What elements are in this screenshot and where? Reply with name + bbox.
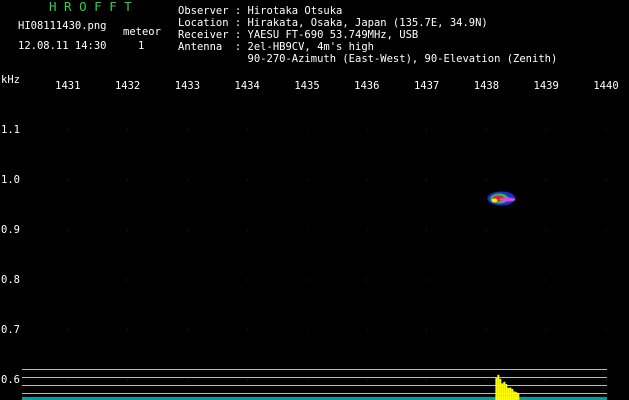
- grid-dot: [67, 379, 69, 381]
- grid-dot: [426, 229, 428, 231]
- grid-dot: [246, 379, 248, 381]
- app-brand: H R O F F T: [49, 0, 132, 14]
- grid-dot: [485, 379, 487, 381]
- x-tick-label: 1433: [174, 80, 201, 92]
- reference-line: [22, 369, 607, 370]
- power-bar: [509, 387, 512, 400]
- grid-dot: [605, 279, 607, 281]
- grid-dot: [67, 279, 69, 281]
- receiver-line: Receiver : YAESU FT-690 53.749MHz, USB: [178, 29, 419, 41]
- grid-dot: [246, 279, 248, 281]
- antenna-direction-line: 90-270-Azimuth (East-West), 90-Elevation…: [178, 53, 558, 65]
- power-bar: [501, 383, 504, 400]
- power-bar: [511, 389, 514, 400]
- grid-dot: [306, 229, 308, 231]
- power-bar: [497, 374, 500, 400]
- grid-dot: [127, 229, 129, 231]
- grid-dot: [545, 379, 547, 381]
- grid-dot: [366, 279, 368, 281]
- grid-dot: [605, 179, 607, 181]
- power-bar: [505, 384, 508, 400]
- grid-dot: [485, 279, 487, 281]
- power-bar: [495, 378, 498, 400]
- grid-dot: [485, 229, 487, 231]
- grid-dot: [246, 329, 248, 331]
- power-bar: [513, 391, 516, 400]
- spectrogram-plot[interactable]: [0, 94, 629, 400]
- grid-dot: [127, 329, 129, 331]
- x-tick-label: 1437: [413, 80, 440, 92]
- power-bar: [517, 393, 520, 400]
- grid-dot: [545, 329, 547, 331]
- grid-dot: [485, 329, 487, 331]
- grid-dot: [186, 229, 188, 231]
- grid-dot: [306, 279, 308, 281]
- grid-dot: [605, 329, 607, 331]
- observer-line: Observer : Hirotaka Otsuka: [178, 5, 343, 17]
- x-tick-label: 1434: [234, 80, 260, 92]
- grid-dot: [366, 229, 368, 231]
- grid-dot: [366, 129, 368, 131]
- grid-dot: [605, 379, 607, 381]
- grid-dot: [127, 129, 129, 131]
- grid-dot: [426, 379, 428, 381]
- power-bar: [503, 381, 506, 400]
- y-axis-unit: kHz: [1, 74, 20, 86]
- grid-dot: [67, 179, 69, 181]
- grid-dot: [426, 329, 428, 331]
- grid-dot: [426, 179, 428, 181]
- echo-tail: [499, 197, 516, 202]
- grid-dot: [306, 179, 308, 181]
- grid-dot: [127, 379, 129, 381]
- power-bar: [515, 392, 518, 400]
- power-bar: [499, 378, 502, 400]
- grid-dot: [127, 179, 129, 181]
- grid-dot: [186, 129, 188, 131]
- detection-label: meteor: [123, 26, 161, 38]
- filename-label: HI08111430.png: [18, 20, 107, 32]
- grid-dot: [366, 179, 368, 181]
- grid-dot: [246, 179, 248, 181]
- grid-dot: [545, 279, 547, 281]
- x-tick-label: 1432: [114, 80, 141, 92]
- grid-dot: [545, 129, 547, 131]
- grid-dot: [67, 229, 69, 231]
- grid-dot: [246, 129, 248, 131]
- grid-dot: [605, 129, 607, 131]
- grid-dot: [426, 279, 428, 281]
- grid-dot: [485, 129, 487, 131]
- grid-dot: [186, 279, 188, 281]
- grid-dot: [67, 129, 69, 131]
- power-bar: [507, 387, 510, 400]
- grid-dot: [306, 129, 308, 131]
- grid-dot: [545, 179, 547, 181]
- datetime-label: 12.08.11 14:30: [18, 40, 107, 52]
- grid-dot: [127, 279, 129, 281]
- location-line: Location : Hirakata, Osaka, Japan (135.7…: [178, 17, 488, 29]
- grid-dot: [426, 129, 428, 131]
- x-tick-label: 1431: [55, 80, 81, 92]
- grid-dot: [366, 329, 368, 331]
- grid-dot: [186, 379, 188, 381]
- grid-dot: [485, 179, 487, 181]
- grid-dot: [186, 179, 188, 181]
- grid-dot: [186, 329, 188, 331]
- detection-count: 1: [138, 40, 145, 52]
- x-tick-label: 1436: [354, 80, 380, 92]
- reference-line: [22, 377, 607, 378]
- grid-dot: [605, 229, 607, 231]
- grid-dot: [366, 379, 368, 381]
- antenna-line: Antenna : 2el-HB9CV, 4m's high: [178, 41, 374, 53]
- x-tick-label: 1435: [294, 80, 320, 92]
- grid-dot: [306, 329, 308, 331]
- echo-spot: [491, 198, 498, 203]
- grid-dot: [545, 229, 547, 231]
- x-tick-label: 1438: [473, 80, 500, 92]
- grid-dot: [246, 229, 248, 231]
- x-tick-label: 1440: [593, 80, 619, 92]
- x-tick-label: 1439: [533, 80, 559, 92]
- grid-dot: [306, 379, 308, 381]
- grid-dot: [67, 329, 69, 331]
- reference-line: [22, 385, 607, 386]
